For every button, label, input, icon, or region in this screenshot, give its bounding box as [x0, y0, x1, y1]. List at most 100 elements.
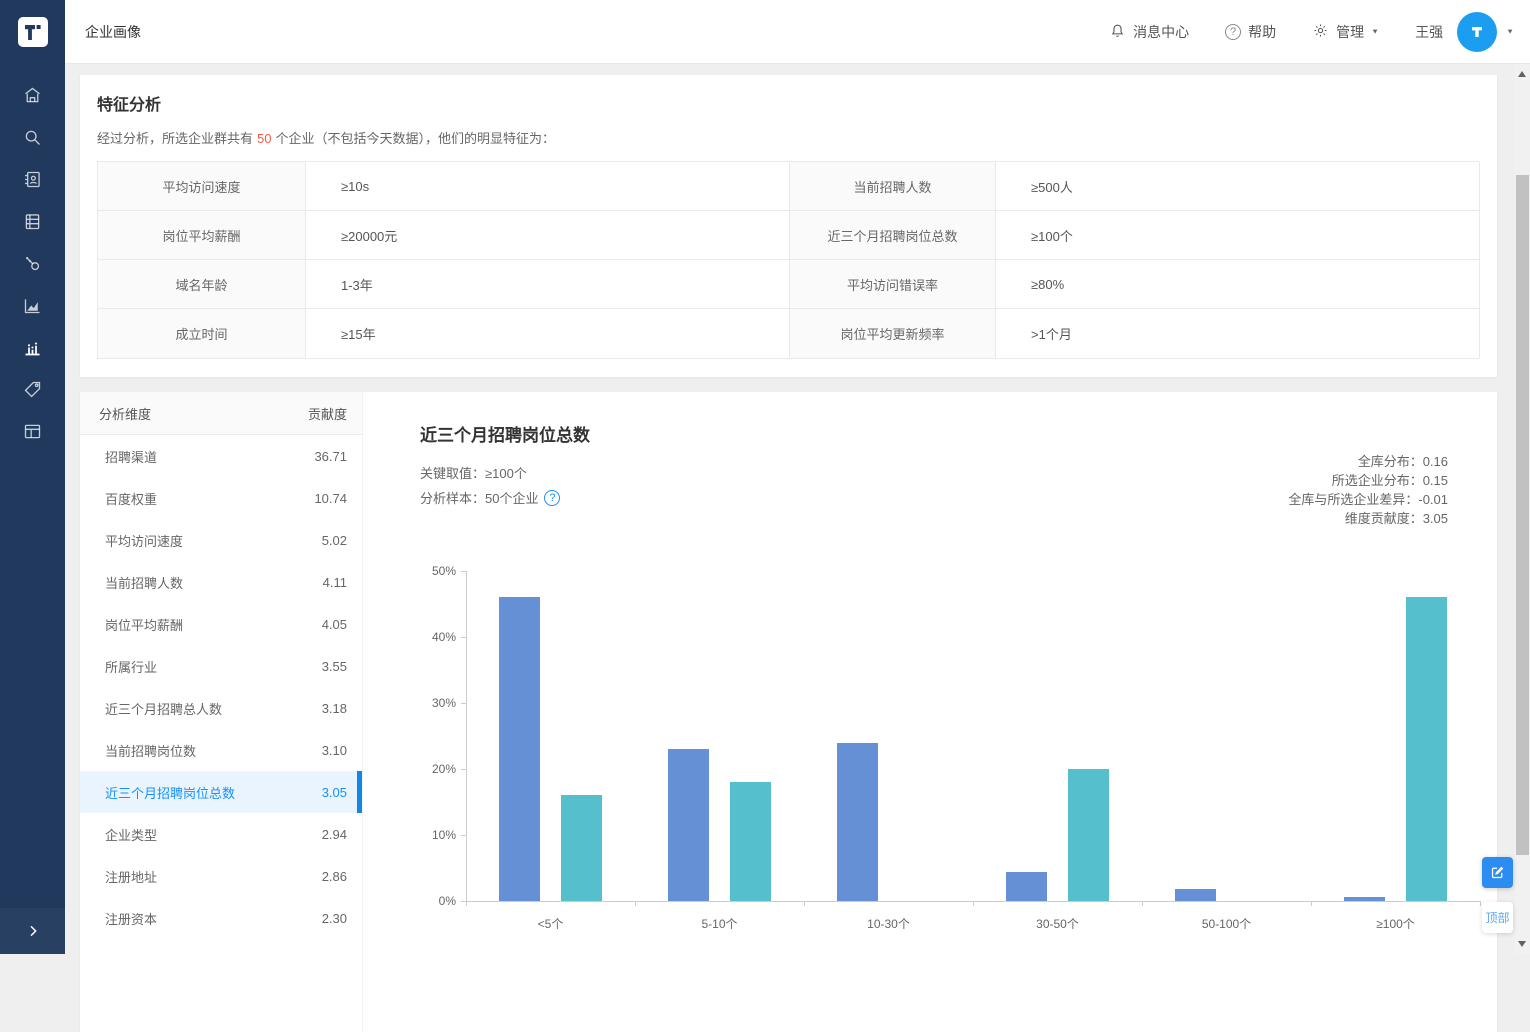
dimension-item-label: 岗位平均薪酬	[105, 615, 183, 634]
bar-teal[interactable]	[561, 795, 602, 901]
search-icon[interactable]	[0, 116, 65, 158]
dimension-item[interactable]: 注册地址 2.86	[80, 855, 362, 897]
back-to-top-button[interactable]: 顶部	[1482, 902, 1513, 933]
feature-value-cell: ≥10s	[306, 162, 790, 211]
app-logo[interactable]	[0, 0, 65, 64]
bar-blue[interactable]	[1175, 889, 1216, 901]
help-label: 帮助	[1248, 22, 1276, 42]
feature-label-cell: 成立时间	[98, 309, 306, 358]
y-axis-tick-label: 30%	[363, 696, 456, 710]
feature-label-cell: 域名年龄	[98, 260, 306, 309]
dimension-detail-card: 分析维度 贡献度 招聘渠道36.71百度权重10.74平均访问速度5.02当前招…	[80, 392, 1497, 1032]
feature-value-cell: ≥500人	[996, 162, 1479, 211]
y-axis-tick	[461, 571, 466, 572]
admin-label: 管理	[1336, 22, 1364, 42]
avatar[interactable]	[1457, 12, 1497, 52]
x-axis-tick	[1142, 901, 1143, 906]
home-icon[interactable]	[0, 74, 65, 116]
sidebar-expand-button[interactable]	[0, 908, 65, 954]
dimension-item[interactable]: 平均访问速度5.02	[80, 519, 362, 561]
dimension-header-label: 分析维度	[99, 404, 151, 423]
company-count: 50	[257, 131, 271, 146]
x-axis-label: 5-10个	[635, 915, 804, 932]
y-axis-line	[466, 571, 467, 901]
dimension-item-label: 平均访问速度	[105, 531, 183, 550]
bar-blue[interactable]	[837, 743, 878, 901]
dimension-item[interactable]: 当前招聘岗位数3.10	[80, 729, 362, 771]
feature-value-cell: 1-3年	[306, 260, 790, 309]
bar-blue[interactable]	[499, 597, 540, 901]
dimension-item-label: 当前招聘人数	[105, 573, 183, 592]
x-axis-label: 30-50个	[973, 915, 1142, 932]
feature-value-cell: ≥80%	[996, 260, 1479, 309]
bar-blue[interactable]	[1344, 897, 1385, 901]
dimension-item[interactable]: 岗位平均薪酬4.05	[80, 603, 362, 645]
subtitle-prefix: 经过分析，所选企业群共有	[97, 131, 253, 146]
feature-label-cell: 平均访问速度	[98, 162, 306, 211]
dimension-item[interactable]: 近三个月招聘总人数3.18	[80, 687, 362, 729]
tag-icon[interactable]	[0, 368, 65, 410]
dimension-item-label: 企业类型	[105, 825, 157, 844]
dimension-item-label: 注册地址	[105, 867, 157, 886]
selected-indicator-bar	[357, 771, 362, 813]
bar-blue[interactable]	[1006, 872, 1047, 901]
distribution-stats: 全库分布：0.16所选企业分布：0.15全库与所选企业差异：-0.01维度贡献度…	[1288, 452, 1448, 528]
feature-label-cell: 平均访问错误率	[790, 260, 996, 309]
x-axis-label: 50-100个	[1142, 915, 1311, 932]
scrollbar-down-arrow-icon[interactable]	[1518, 941, 1526, 947]
stat-line: 维度贡献度：3.05	[1288, 509, 1448, 528]
x-axis-label: ≥100个	[1311, 915, 1480, 932]
vertical-scrollbar[interactable]	[1515, 64, 1530, 954]
feature-label-cell: 当前招聘人数	[790, 162, 996, 211]
sample-help-icon[interactable]: ?	[544, 490, 560, 506]
admin-menu[interactable]: 管理 ▼	[1312, 22, 1379, 42]
x-axis-tick	[1480, 901, 1481, 906]
dimension-header-value: 贡献度	[308, 404, 347, 423]
dimension-item-label: 当前招聘岗位数	[105, 741, 196, 760]
area-chart-icon[interactable]	[0, 284, 65, 326]
dimension-item-value: 2.86	[322, 869, 347, 884]
bar-chart-icon[interactable]	[0, 326, 65, 368]
feedback-edit-button[interactable]	[1482, 857, 1513, 888]
feature-label-cell: 岗位平均更新频率	[790, 309, 996, 358]
dimension-panel: 分析维度 贡献度 招聘渠道36.71百度权重10.74平均访问速度5.02当前招…	[80, 392, 363, 1032]
key-icon[interactable]	[0, 242, 65, 284]
layout-icon[interactable]	[0, 410, 65, 452]
navbar-actions: 消息中心 ? 帮助 管理 ▼ 王强 ▼	[1073, 12, 1514, 52]
dimension-item[interactable]: 近三个月招聘岗位总数3.05	[80, 771, 362, 813]
dimension-item[interactable]: 注册资本2.30	[80, 897, 362, 939]
help-icon: ?	[1225, 24, 1241, 40]
sidebar-nav	[0, 64, 65, 452]
dimension-item[interactable]: 招聘渠道36.71	[80, 435, 362, 477]
scrollbar-thumb[interactable]	[1516, 175, 1529, 855]
dimension-item[interactable]: 百度权重10.74	[80, 477, 362, 519]
help-menu[interactable]: ? 帮助	[1225, 22, 1276, 42]
feature-analysis-card: 特征分析 经过分析，所选企业群共有50个企业（不包括今天数据），他们的明显特征为…	[80, 75, 1497, 377]
message-center-menu[interactable]: 消息中心	[1109, 22, 1189, 42]
avatar-chevron-down-icon[interactable]: ▼	[1506, 28, 1514, 36]
dimension-item-label: 招聘渠道	[105, 447, 157, 466]
dimension-item[interactable]: 企业类型2.94	[80, 813, 362, 855]
bar-blue[interactable]	[668, 749, 709, 901]
bar-teal[interactable]	[1406, 597, 1447, 901]
contacts-icon[interactable]	[0, 158, 65, 200]
dimension-item-label: 所属行业	[105, 657, 157, 676]
y-axis-tick	[461, 703, 466, 704]
bar-teal[interactable]	[730, 782, 771, 901]
y-axis-tick	[461, 769, 466, 770]
stat-line: 全库与所选企业差异：-0.01	[1288, 490, 1448, 509]
dimension-item[interactable]: 所属行业3.55	[80, 645, 362, 687]
dimension-item[interactable]: 当前招聘人数4.11	[80, 561, 362, 603]
scrollbar-up-arrow-icon[interactable]	[1518, 71, 1526, 77]
document-icon[interactable]	[0, 200, 65, 242]
message-center-label: 消息中心	[1133, 22, 1189, 42]
feature-analysis-subtitle: 经过分析，所选企业群共有 50 个企业（不包括今天数据），他们的明显特征为：	[97, 128, 1480, 147]
subtitle-suffix: 个企业（不包括今天数据），他们的明显特征为：	[275, 131, 555, 146]
x-axis-label: 10-30个	[804, 915, 973, 932]
bar-teal[interactable]	[1068, 769, 1109, 901]
dimension-item-value: 2.30	[322, 911, 347, 926]
y-axis-tick-label: 40%	[363, 630, 456, 644]
y-axis-tick-label: 50%	[363, 564, 456, 578]
user-menu[interactable]: 王强	[1415, 22, 1443, 42]
app-title: 企业画像	[85, 22, 141, 42]
